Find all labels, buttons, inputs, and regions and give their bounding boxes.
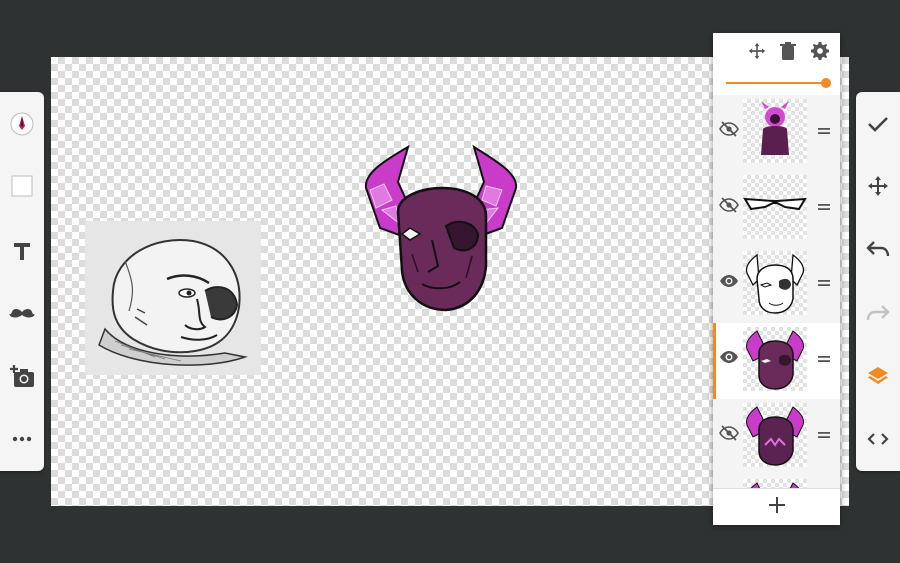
layers-button[interactable] bbox=[856, 356, 900, 396]
layer-thumbnail bbox=[743, 175, 807, 239]
layer-row[interactable] bbox=[713, 247, 840, 323]
layer-thumbnail bbox=[743, 327, 807, 391]
undo-button[interactable] bbox=[856, 229, 900, 269]
eye-icon bbox=[719, 349, 739, 369]
text-T-icon bbox=[11, 240, 33, 262]
drag-handle[interactable] bbox=[817, 275, 831, 289]
layer-row[interactable] bbox=[713, 475, 840, 488]
add-photo-button[interactable] bbox=[0, 357, 44, 397]
layer-row[interactable] bbox=[713, 171, 840, 247]
move-button[interactable] bbox=[856, 166, 900, 206]
stickers-button[interactable] bbox=[0, 293, 44, 333]
add-layer-button[interactable] bbox=[713, 488, 840, 525]
code-button[interactable] bbox=[856, 419, 900, 459]
eye-off-icon bbox=[719, 121, 739, 141]
code-brackets-icon bbox=[867, 432, 889, 446]
layer-thumbnail bbox=[743, 479, 807, 488]
visibility-toggle[interactable] bbox=[719, 273, 739, 293]
drag-handle[interactable] bbox=[817, 123, 831, 137]
layer-row[interactable] bbox=[713, 95, 840, 171]
layers-icon bbox=[867, 365, 889, 387]
fill-color-button[interactable] bbox=[0, 166, 44, 206]
layer-delete-button[interactable] bbox=[776, 41, 800, 65]
more-button[interactable] bbox=[0, 419, 44, 459]
visibility-toggle[interactable] bbox=[719, 349, 739, 369]
pen-nib-icon bbox=[10, 112, 34, 136]
plus-icon bbox=[768, 496, 786, 518]
layer-list bbox=[713, 95, 840, 488]
visibility-toggle[interactable] bbox=[719, 197, 739, 217]
layer-settings-button[interactable] bbox=[808, 41, 832, 65]
left-toolbar bbox=[0, 92, 44, 471]
brush-color-button[interactable] bbox=[0, 104, 44, 144]
white-square-icon bbox=[11, 175, 33, 197]
visibility-toggle[interactable] bbox=[719, 425, 739, 445]
opacity-slider-track[interactable] bbox=[726, 82, 826, 84]
layer-thumbnail bbox=[743, 403, 807, 467]
mustache-icon bbox=[9, 306, 35, 320]
gear-icon bbox=[811, 42, 829, 64]
done-button[interactable] bbox=[856, 104, 900, 144]
more-dots-icon bbox=[12, 436, 32, 442]
drag-handle[interactable] bbox=[817, 351, 831, 365]
text-tool-button[interactable] bbox=[0, 231, 44, 271]
layer-row-selected[interactable] bbox=[713, 323, 840, 399]
layer-thumbnail bbox=[743, 99, 807, 163]
opacity-slider-thumb[interactable] bbox=[821, 78, 831, 88]
redo-icon bbox=[866, 304, 890, 322]
right-toolbar bbox=[856, 92, 900, 471]
eye-icon bbox=[719, 273, 739, 293]
drag-handle[interactable] bbox=[817, 427, 831, 441]
move-arrows-icon bbox=[867, 175, 889, 197]
undo-icon bbox=[866, 240, 890, 258]
drag-handle[interactable] bbox=[817, 199, 831, 213]
layer-move-button[interactable] bbox=[745, 41, 769, 65]
pencil-sketch-image[interactable] bbox=[85, 221, 261, 375]
visibility-toggle[interactable] bbox=[719, 121, 739, 141]
redo-button[interactable] bbox=[856, 293, 900, 333]
layer-row[interactable] bbox=[713, 399, 840, 475]
eye-off-icon bbox=[719, 197, 739, 217]
layer-thumbnail bbox=[743, 251, 807, 315]
demon-head-drawing[interactable] bbox=[362, 144, 520, 314]
check-icon bbox=[867, 115, 889, 133]
layers-panel bbox=[713, 33, 840, 525]
camera-plus-icon bbox=[9, 365, 35, 389]
move-arrows-icon bbox=[748, 42, 766, 64]
trash-icon bbox=[780, 42, 796, 64]
layers-panel-header bbox=[713, 33, 840, 95]
eye-off-icon bbox=[719, 425, 739, 445]
